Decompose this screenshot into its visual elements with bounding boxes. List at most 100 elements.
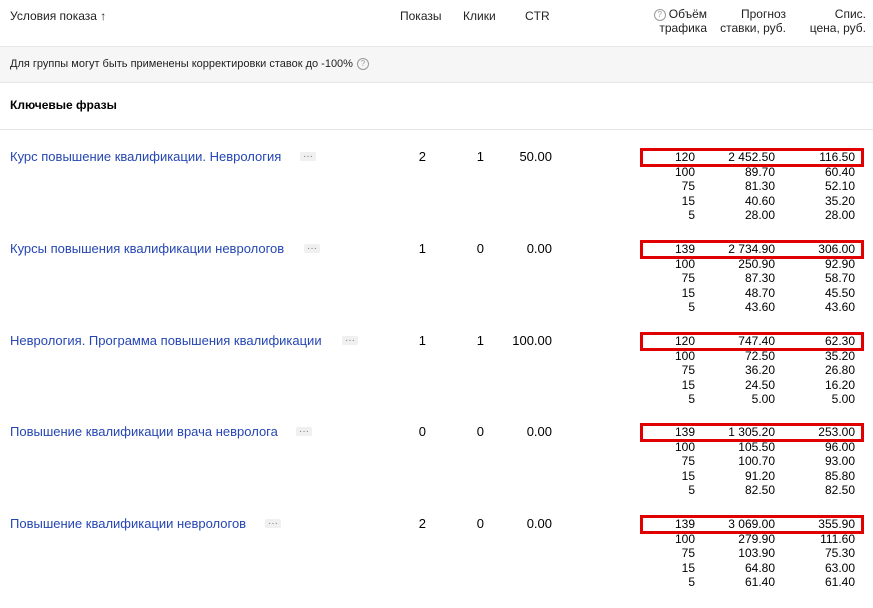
ctr-value: 0.00 (526, 424, 552, 439)
bid-forecast-value: 2 452.50 (728, 150, 775, 164)
charged-price-value: 16.20 (824, 377, 855, 392)
bid-forecast-table: 139 2 734.90 306.00 100 250.90 92.90 75 87.30 58… (640, 240, 866, 315)
keyword-phrase-link[interactable]: Неврология. Программа повышения квалифик… (10, 333, 322, 349)
keyword-phrase-link[interactable]: Курс повышение квалификации. Неврология (10, 149, 281, 165)
column-header-conditions[interactable]: Условия показа ↑ (10, 9, 106, 23)
charged-price-value: 93.00 (824, 454, 855, 468)
charged-price-value: 61.40 (824, 575, 855, 589)
column-header-clicks[interactable]: Клики (463, 9, 496, 23)
charged-price-value: 63.00 (824, 560, 855, 575)
traffic-volume-value: 75 (681, 179, 695, 193)
clicks-value: 0 (476, 241, 484, 256)
charged-price-value: 45.50 (824, 285, 855, 300)
ctr-value: 0.00 (526, 241, 552, 256)
more-actions-icon[interactable]: ··· (304, 244, 320, 254)
keyword-phrase-link[interactable]: Курсы повышения квалификации неврологов (10, 241, 284, 257)
forecast-line: 15 91.20 85.80 (640, 469, 866, 484)
forecast-line: 139 1 305.20 253.00 (640, 425, 866, 440)
help-icon[interactable]: ? (356, 58, 369, 70)
traffic-volume-value: 5 (688, 575, 695, 589)
bid-forecast-value: 64.80 (744, 560, 775, 575)
more-actions-icon[interactable]: ··· (296, 427, 312, 437)
keyword-phrase-link[interactable]: Повышение квалификации неврологов (10, 516, 246, 532)
charged-price-value: 60.40 (824, 164, 855, 179)
bid-forecast-value: 1 305.20 (728, 425, 775, 439)
traffic-volume-value: 100 (674, 531, 695, 546)
charged-price-value: 62.30 (824, 334, 855, 348)
forecast-line: 15 40.60 35.20 (640, 194, 866, 209)
traffic-volume-value: 5 (688, 483, 695, 497)
column-header-charged-price-line2: цена, руб. (809, 21, 866, 35)
traffic-volume-value: 5 (688, 392, 695, 406)
charged-price-value: 5.00 (831, 392, 855, 406)
keyword-phrase-link[interactable]: Повышение квалификации врача невролога (10, 424, 278, 440)
table-row: Повышение квалификации неврологов ··· 2 0 0.… (0, 515, 873, 608)
column-header-bid-forecast[interactable]: Прогноз ставки, руб. (712, 7, 786, 35)
bid-forecast-value: 81.30 (744, 179, 775, 193)
shows-value: 2 (418, 516, 426, 531)
forecast-line: 15 48.70 45.50 (640, 286, 866, 301)
bid-forecast-value: 103.90 (738, 546, 775, 560)
help-icon[interactable]: ? (653, 9, 666, 21)
column-header-charged-price[interactable]: Спис. цена, руб. (800, 7, 866, 35)
bid-forecast-value: 250.90 (738, 256, 775, 271)
column-header-traffic-volume[interactable]: ? Объём трафика (650, 7, 707, 35)
bid-forecast-value: 89.70 (744, 164, 775, 179)
traffic-volume-value: 15 (681, 377, 695, 392)
bid-forecast-table: 120 747.40 62.30 100 72.50 35.20 75 36.20 26.80 1… (640, 332, 866, 407)
bid-forecast-table: 120 2 452.50 116.50 100 89.70 60.40 75 81.30 52.… (640, 148, 866, 223)
section-title-keywords: Ключевые фразы (10, 98, 117, 112)
forecast-line: 139 2 734.90 306.00 (640, 242, 866, 257)
column-header-charged-price-line1: Спис. (834, 7, 866, 21)
traffic-volume-value: 139 (674, 242, 695, 256)
forecast-line: 139 3 069.00 355.90 (640, 517, 866, 532)
traffic-volume-value: 75 (681, 454, 695, 468)
clicks-value: 0 (476, 516, 484, 531)
more-actions-icon[interactable]: ··· (342, 336, 358, 346)
bid-forecast-value: 3 069.00 (728, 517, 775, 531)
bid-forecast-value: 82.50 (744, 483, 775, 497)
charged-price-value: 52.10 (824, 179, 855, 193)
more-actions-icon[interactable]: ··· (265, 519, 281, 529)
ctr-value: 0.00 (526, 516, 552, 531)
charged-price-value: 355.90 (818, 517, 855, 531)
traffic-volume-value: 75 (681, 546, 695, 560)
bid-forecast-value: 28.00 (744, 208, 775, 222)
traffic-volume-value: 15 (681, 285, 695, 300)
table-row: Неврология. Программа повышения квалифик… (0, 332, 873, 425)
column-header-shows[interactable]: Показы (400, 9, 441, 23)
charged-price-value: 82.50 (824, 483, 855, 497)
forecast-line: 5 82.50 82.50 (640, 483, 866, 498)
forecast-line: 5 28.00 28.00 (640, 208, 866, 223)
column-header-traffic-volume-line1: Объём (668, 7, 707, 21)
charged-price-value: 26.80 (824, 363, 855, 377)
charged-price-value: 111.60 (820, 531, 855, 546)
table-row: Курсы повышения квалификации неврологов ·… (0, 240, 873, 333)
forecast-line: 5 5.00 5.00 (640, 392, 866, 407)
forecast-line: 5 61.40 61.40 (640, 575, 866, 590)
shows-value: 2 (418, 149, 426, 164)
traffic-volume-value: 120 (674, 334, 695, 348)
bid-forecast-value: 24.50 (744, 377, 775, 392)
forecast-line: 75 87.30 58.70 (640, 271, 866, 286)
traffic-volume-value: 100 (674, 256, 695, 271)
shows-value: 1 (418, 333, 426, 348)
forecast-line: 100 105.50 96.00 (640, 440, 866, 455)
ctr-value: 50.00 (519, 149, 552, 164)
more-actions-icon[interactable]: ··· (300, 152, 316, 162)
divider (0, 129, 873, 130)
clicks-value: 1 (476, 149, 484, 164)
column-header-traffic-volume-line2: трафика (659, 21, 707, 35)
forecast-line: 100 89.70 60.40 (640, 165, 866, 180)
forecast-line: 120 2 452.50 116.50 (640, 150, 866, 165)
traffic-volume-value: 15 (681, 193, 695, 208)
forecast-line: 75 81.30 52.10 (640, 179, 866, 194)
traffic-volume-value: 100 (674, 439, 695, 454)
charged-price-value: 75.30 (824, 546, 855, 560)
traffic-volume-value: 15 (681, 560, 695, 575)
column-header-bid-forecast-line1: Прогноз (740, 7, 786, 21)
forecast-line: 15 24.50 16.20 (640, 378, 866, 393)
bid-forecast-value: 279.90 (738, 531, 775, 546)
bid-forecast-value: 48.70 (744, 285, 775, 300)
column-header-ctr[interactable]: CTR (525, 9, 550, 23)
